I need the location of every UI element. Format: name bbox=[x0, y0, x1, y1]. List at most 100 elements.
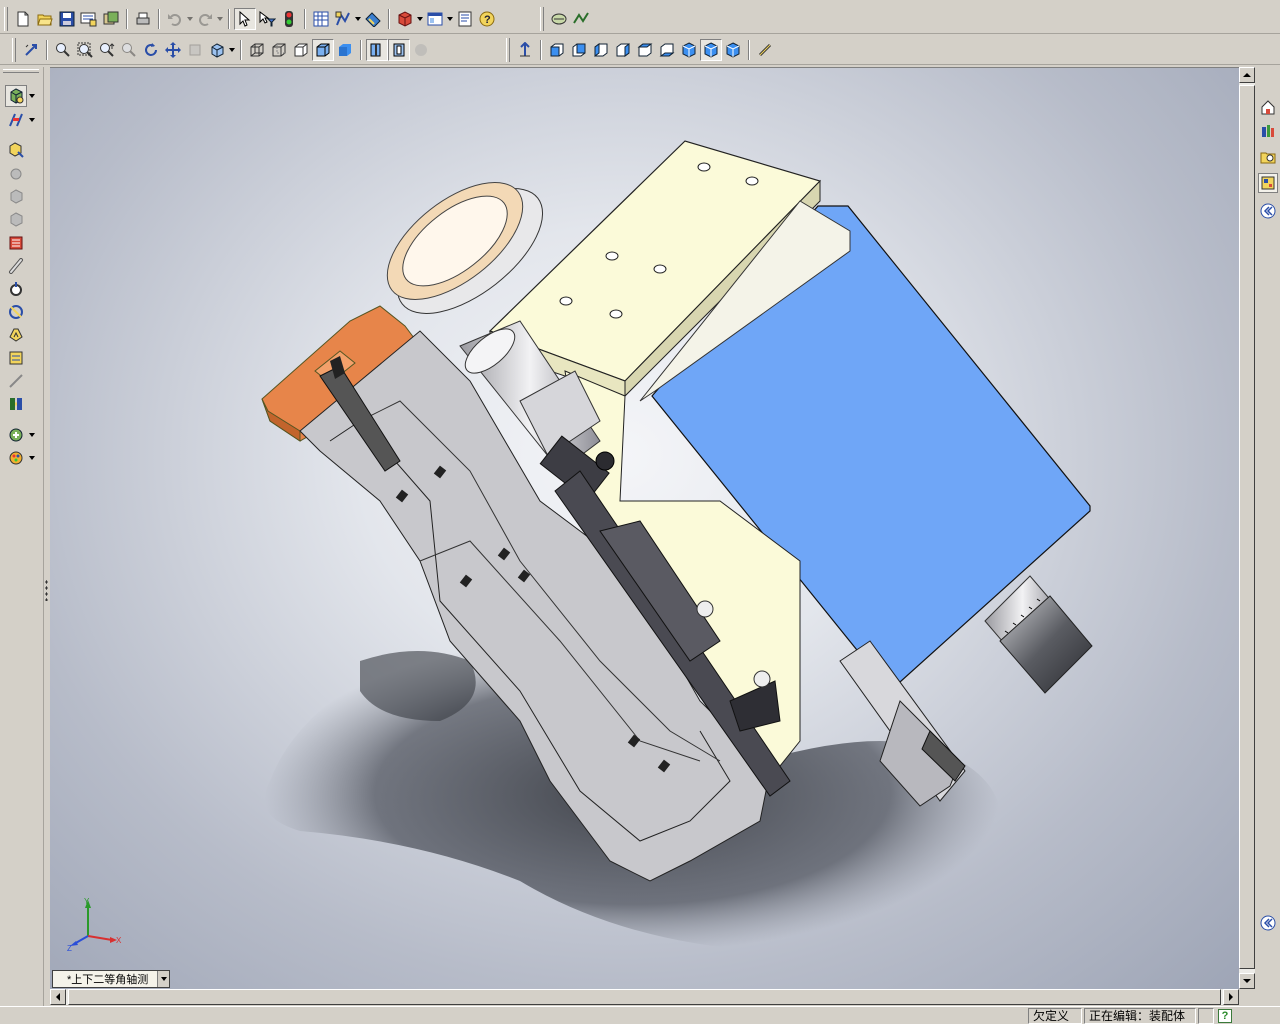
hidden-lines-removed-icon[interactable] bbox=[290, 39, 312, 61]
smart-fasteners-icon[interactable] bbox=[5, 186, 27, 208]
chevron-down-icon[interactable] bbox=[157, 971, 169, 987]
measure-icon[interactable] bbox=[754, 39, 776, 61]
shadows-icon[interactable] bbox=[410, 39, 432, 61]
view-toggle-icon[interactable] bbox=[424, 8, 446, 30]
view-orientation-select[interactable]: *上下二等角轴测 bbox=[52, 970, 170, 988]
zoom-to-selection-icon[interactable] bbox=[118, 39, 140, 61]
mate-dropdown[interactable] bbox=[28, 109, 36, 131]
scroll-up-button[interactable] bbox=[1239, 67, 1255, 83]
perspective-icon[interactable] bbox=[388, 39, 410, 61]
front-view-icon[interactable] bbox=[546, 39, 568, 61]
shaded-icon[interactable] bbox=[334, 39, 356, 61]
bottom-view-icon[interactable] bbox=[656, 39, 678, 61]
toolbar-grip[interactable] bbox=[4, 7, 8, 31]
explode-view-icon[interactable] bbox=[5, 209, 27, 231]
trimetric-view-icon[interactable] bbox=[700, 39, 722, 61]
shaded-with-edges-icon[interactable] bbox=[312, 39, 334, 61]
design-library-icon[interactable] bbox=[1258, 121, 1278, 141]
section-view-icon[interactable] bbox=[366, 39, 388, 61]
mate-icon[interactable] bbox=[5, 109, 27, 131]
rotate-icon[interactable] bbox=[140, 39, 162, 61]
toolbox-dropdown[interactable] bbox=[28, 424, 36, 446]
toolbar-grip[interactable] bbox=[3, 69, 39, 73]
help-icon[interactable]: ? bbox=[476, 8, 498, 30]
assembly-model[interactable] bbox=[50, 68, 1239, 989]
top-view-icon[interactable] bbox=[634, 39, 656, 61]
back-view-icon[interactable] bbox=[568, 39, 590, 61]
hidden-lines-visible-icon[interactable] bbox=[268, 39, 290, 61]
simulation-icon[interactable] bbox=[5, 370, 27, 392]
grid-icon[interactable] bbox=[310, 8, 332, 30]
left-view-icon[interactable] bbox=[590, 39, 612, 61]
collapse-icon[interactable] bbox=[1258, 201, 1278, 221]
hole-series-icon[interactable] bbox=[5, 278, 27, 300]
select-filter-icon[interactable] bbox=[256, 8, 278, 30]
pan-icon[interactable] bbox=[162, 39, 184, 61]
visualize-icon[interactable] bbox=[570, 8, 592, 30]
components-icon[interactable] bbox=[394, 8, 416, 30]
right-view-icon[interactable] bbox=[612, 39, 634, 61]
view-orientation-dropdown[interactable] bbox=[228, 39, 236, 61]
vertical-scroll-thumb[interactable] bbox=[1239, 85, 1255, 969]
properties-icon[interactable] bbox=[454, 8, 476, 30]
options-icon[interactable] bbox=[100, 8, 122, 30]
insert-component-dropdown[interactable] bbox=[28, 85, 36, 107]
zoom-to-area-icon[interactable] bbox=[74, 39, 96, 61]
assembly-feature-icon[interactable] bbox=[5, 301, 27, 323]
scroll-right-button[interactable] bbox=[1223, 989, 1239, 1005]
file-explorer-icon[interactable] bbox=[1258, 147, 1278, 167]
help-status-icon[interactable]: ? bbox=[1218, 1009, 1232, 1023]
print-icon[interactable] bbox=[132, 8, 154, 30]
print-preview-icon[interactable] bbox=[78, 8, 100, 30]
appearance-icon[interactable] bbox=[5, 447, 27, 469]
move-component-icon[interactable] bbox=[5, 139, 27, 161]
micrometer-knob[interactable] bbox=[984, 575, 1093, 694]
zoom-to-fit-icon[interactable] bbox=[52, 39, 74, 61]
horizontal-scroll-thumb[interactable] bbox=[68, 989, 1221, 1005]
sketch-options-dropdown[interactable] bbox=[354, 8, 362, 30]
horizontal-scrollbar[interactable] bbox=[50, 989, 1239, 1005]
resources-icon[interactable] bbox=[1258, 97, 1278, 117]
view-palette-icon[interactable] bbox=[1258, 173, 1278, 193]
zoom-to-part-icon[interactable] bbox=[548, 8, 570, 30]
vertical-scrollbar[interactable] bbox=[1239, 67, 1255, 989]
new-icon[interactable] bbox=[12, 8, 34, 30]
toolbar-grip[interactable] bbox=[506, 38, 510, 62]
save-icon[interactable] bbox=[56, 8, 78, 30]
isometric-view-icon[interactable] bbox=[678, 39, 700, 61]
undo-dropdown[interactable] bbox=[186, 8, 194, 30]
exploded-line-icon[interactable] bbox=[5, 232, 27, 254]
dimetric-view-icon[interactable] bbox=[722, 39, 744, 61]
rotate-component-icon[interactable] bbox=[5, 163, 27, 185]
sketch-options-icon[interactable] bbox=[332, 8, 354, 30]
open-icon[interactable] bbox=[34, 8, 56, 30]
toolbar-grip[interactable] bbox=[540, 7, 544, 31]
graphics-area[interactable]: Y X Z bbox=[50, 67, 1239, 989]
scroll-down-button[interactable] bbox=[1239, 973, 1255, 989]
appearance-dropdown[interactable] bbox=[28, 447, 36, 469]
previous-view-icon[interactable] bbox=[20, 39, 42, 61]
expand-pane-icon[interactable] bbox=[1258, 913, 1278, 933]
interference-check-icon[interactable] bbox=[5, 255, 27, 277]
instant3d-icon[interactable] bbox=[362, 8, 384, 30]
rebuild-icon[interactable] bbox=[278, 8, 300, 30]
splitter-grip[interactable] bbox=[45, 579, 48, 601]
redo-icon[interactable] bbox=[194, 8, 216, 30]
roll-icon[interactable] bbox=[184, 39, 206, 61]
toolbox-icon[interactable] bbox=[5, 424, 27, 446]
scroll-left-button[interactable] bbox=[50, 989, 66, 1005]
view-toggle-dropdown[interactable] bbox=[446, 8, 454, 30]
components-dropdown[interactable] bbox=[416, 8, 424, 30]
select-icon[interactable] bbox=[234, 8, 256, 30]
view-orientation-icon[interactable] bbox=[206, 39, 228, 61]
redo-dropdown[interactable] bbox=[216, 8, 224, 30]
reference-geometry-icon[interactable] bbox=[5, 324, 27, 346]
toolbar-grip[interactable] bbox=[12, 38, 16, 62]
wireframe-icon[interactable] bbox=[246, 39, 268, 61]
normal-to-icon[interactable] bbox=[514, 39, 536, 61]
bom-icon[interactable] bbox=[5, 347, 27, 369]
zoom-in-out-icon[interactable] bbox=[96, 39, 118, 61]
physical-dynamics-icon[interactable] bbox=[5, 393, 27, 415]
undo-icon[interactable] bbox=[164, 8, 186, 30]
insert-component-icon[interactable] bbox=[5, 85, 27, 107]
